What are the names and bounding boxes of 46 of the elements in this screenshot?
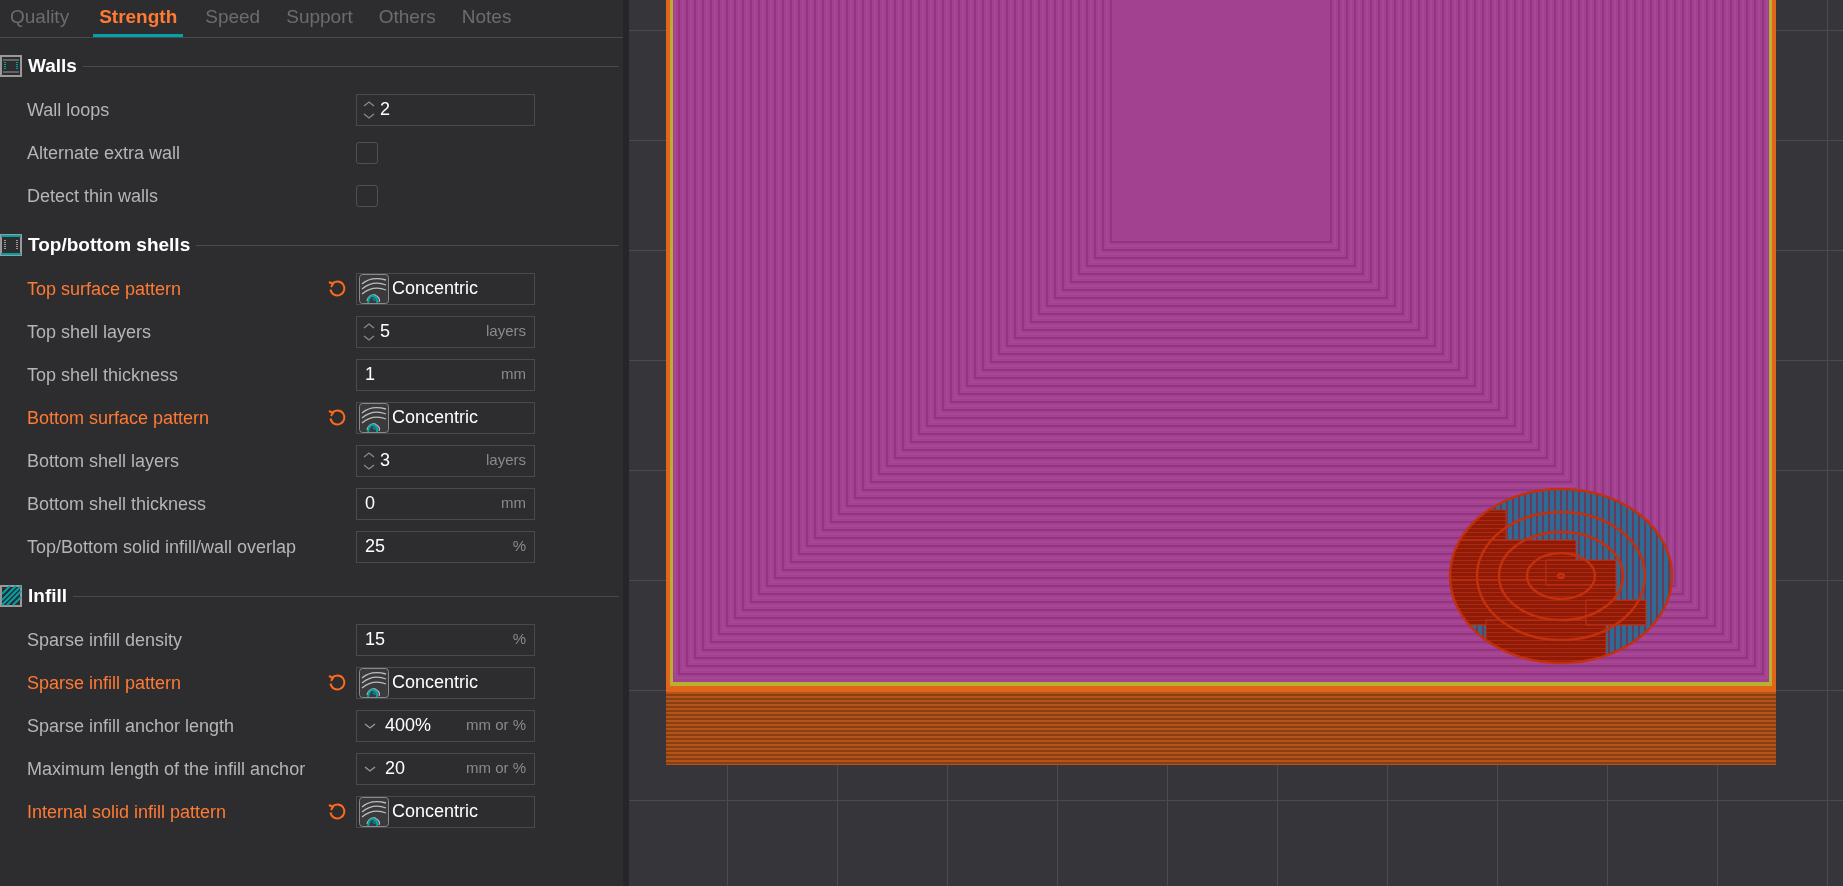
setting-label: Sparse infill pattern [27,671,183,695]
section-title: Walls [28,53,77,78]
wall-layers-icon [0,54,22,78]
setting-label: Bottom shell layers [27,449,181,473]
input-field[interactable]: 3 layers [356,444,535,477]
setting-label: Internal solid infill pattern [27,800,228,824]
checkbox[interactable] [356,141,378,164]
concentric-pattern-icon [359,402,389,433]
input-field[interactable]: 15 % [356,623,535,656]
setting-label: Sparse infill anchor length [27,714,236,738]
setting-label: Sparse infill density [27,628,184,652]
shell-layers-icon [0,233,22,257]
revert-icon[interactable] [326,278,347,299]
setting-label: Maximum length of the infill anchor [27,757,307,781]
concentric-pattern-icon [359,273,389,304]
infill-hatch-icon [0,584,22,608]
revert-icon[interactable] [326,801,347,822]
pattern-dropdown[interactable]: Concentric [356,272,535,305]
revert-icon[interactable] [326,407,347,428]
pattern-dropdown[interactable]: Concentric [356,666,535,699]
setting-label: Wall loops [27,98,111,122]
3d-viewport[interactable] [629,0,1843,886]
concentric-pattern-icon [359,667,389,698]
combo-field[interactable]: 400% mm or % [356,709,535,742]
input-field[interactable]: 5 layers [356,315,535,348]
setting-label: Top shell thickness [27,363,180,387]
checkbox[interactable] [356,184,378,207]
setting-label: Top shell layers [27,320,153,344]
section-title: Infill [28,583,68,608]
setting-label: Bottom surface pattern [27,406,211,430]
setting-label: Bottom shell thickness [27,492,208,516]
setting-label: Top surface pattern [27,277,183,301]
combo-field[interactable]: 20 mm or % [356,752,535,785]
pattern-dropdown[interactable]: Concentric [356,795,535,828]
input-field[interactable]: 2 [356,93,535,126]
input-field[interactable]: 25 % [356,530,535,563]
input-field[interactable]: 0 mm [356,487,535,520]
revert-icon[interactable] [326,672,347,693]
concentric-pattern-icon [359,796,389,827]
section-title: Top/bottom shells [28,232,191,257]
input-field[interactable]: 1 mm [356,358,535,391]
pattern-dropdown[interactable]: Concentric [356,401,535,434]
setting-label: Top/Bottom solid infill/wall overlap [27,535,298,559]
setting-label: Alternate extra wall [27,141,182,165]
settings-tab[interactable]: Strength [93,5,184,37]
setting-label: Detect thin walls [27,184,160,208]
